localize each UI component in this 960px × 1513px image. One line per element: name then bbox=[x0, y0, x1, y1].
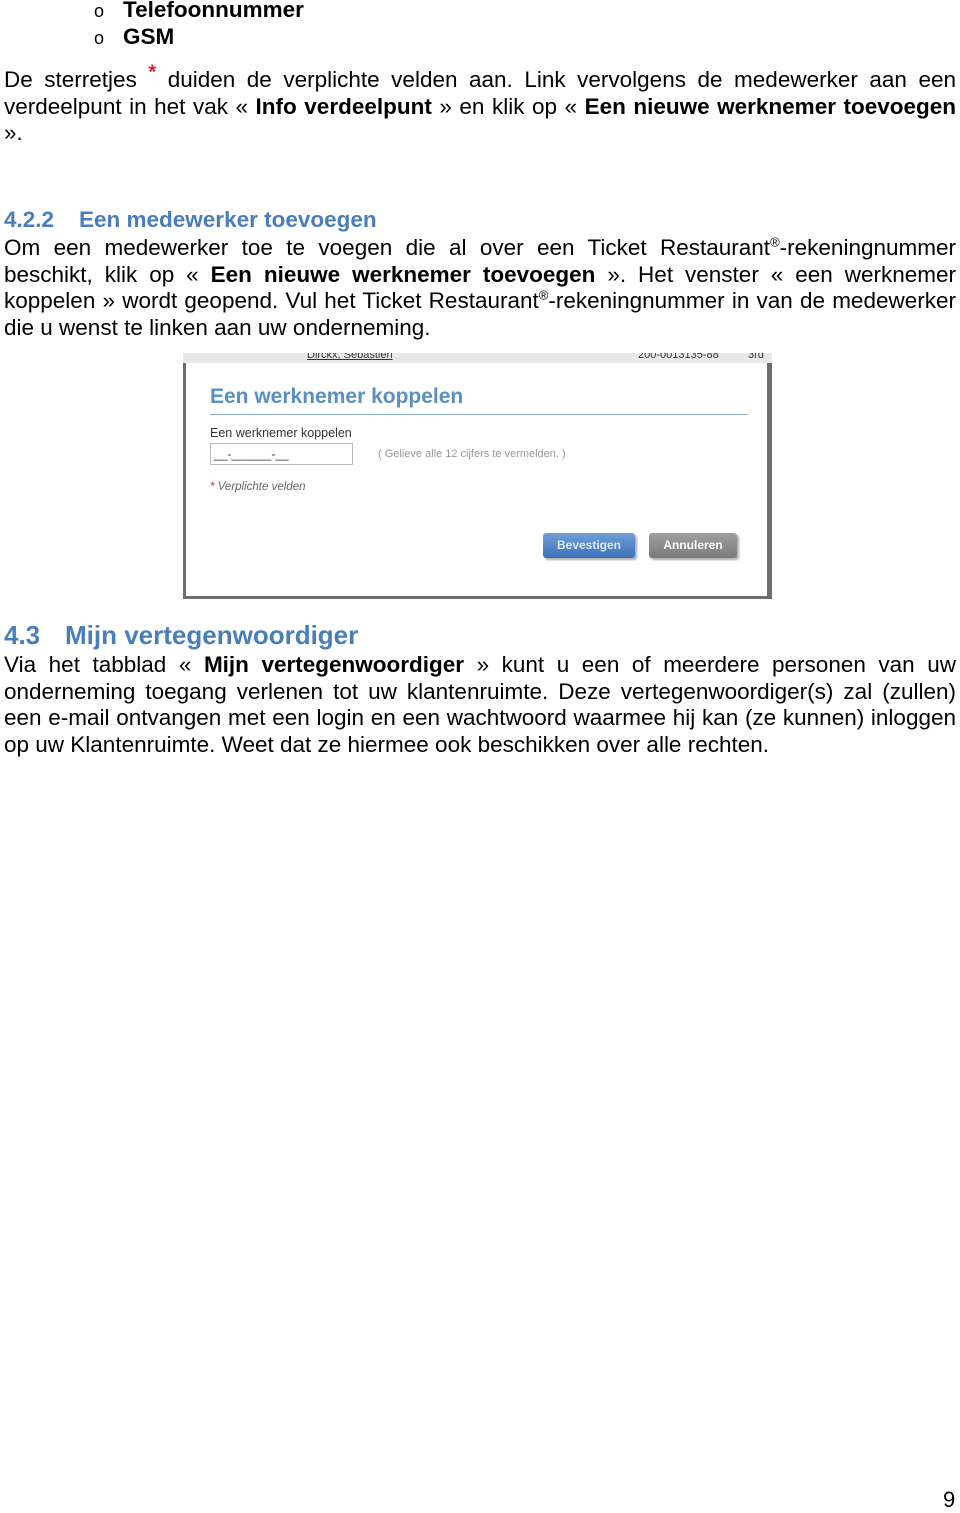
list-item-text: GSM bbox=[123, 24, 175, 49]
heading-number: 4.3 bbox=[4, 620, 41, 650]
list-item: o GSM bbox=[94, 23, 174, 52]
paragraph-add-employee: Om een medewerker toe te voegen die al o… bbox=[4, 235, 956, 342]
account-number-input[interactable]: __-______-__ bbox=[210, 443, 353, 465]
text: Om een medewerker toe te voegen die al o… bbox=[4, 235, 771, 260]
background-table-row: Dirckx, Sebastien 200-0013135-88 3rd bbox=[183, 353, 772, 363]
bullet-icon: o bbox=[94, 1, 105, 21]
list-item-text: Telefoonnummer bbox=[123, 0, 304, 22]
dialog: Een werknemer koppelen Een werknemer kop… bbox=[186, 363, 767, 596]
text-bold: Een nieuwe werknemer toevoegen bbox=[584, 93, 957, 119]
field-label: Een werknemer koppelen bbox=[210, 426, 352, 440]
asterisk-icon: * bbox=[210, 481, 215, 493]
bg-number: 200-0013135-88 bbox=[638, 353, 719, 361]
text-bold: Mijn vertegenwoordiger bbox=[203, 652, 465, 677]
section-heading-4-3: 4.3 Mijn vertegenwoordiger bbox=[4, 620, 358, 651]
text: ». bbox=[4, 120, 23, 146]
screenshot-dialog: Dirckx, Sebastien 200-0013135-88 3rd Een… bbox=[183, 353, 772, 599]
registered-mark: ® bbox=[538, 287, 549, 303]
list-item: o Telefoonnummer bbox=[94, 0, 304, 25]
cancel-button[interactable]: Annuleren bbox=[649, 533, 737, 558]
heading-title: Mijn vertegenwoordiger bbox=[65, 620, 359, 650]
divider bbox=[210, 414, 748, 415]
text: Via het tabblad « bbox=[4, 652, 204, 677]
asterisk-icon: * bbox=[148, 61, 157, 84]
bg-name: Dirckx, Sebastien bbox=[307, 353, 393, 361]
paragraph-required-fields: De sterretjes * duiden de verplichte vel… bbox=[4, 63, 957, 147]
heading-title: Een medewerker toevoegen bbox=[79, 207, 377, 232]
paragraph-representative: Via het tabblad « Mijn vertegenwoordiger… bbox=[4, 652, 956, 759]
field-hint: ( Gelieve alle 12 cijfers te vermelden. … bbox=[378, 448, 566, 460]
bullet-icon: o bbox=[94, 28, 105, 48]
required-note: * Verplichte velden bbox=[210, 481, 305, 493]
dialog-title: Een werknemer koppelen bbox=[210, 385, 464, 408]
registered-mark: ® bbox=[770, 234, 780, 250]
required-text: Verplichte velden bbox=[217, 481, 306, 493]
section-heading-4-2-2: 4.2.2 Een medewerker toevoegen bbox=[4, 207, 377, 233]
bg-col: 3rd bbox=[748, 353, 764, 361]
text-bold: Een nieuwe werknemer toevoegen bbox=[210, 261, 596, 287]
text-bold: Info verdeelpunt bbox=[255, 93, 432, 119]
text: De sterretjes bbox=[4, 67, 149, 92]
page-number: 9 bbox=[943, 1487, 956, 1512]
heading-number: 4.2.2 bbox=[4, 207, 55, 232]
text: » en klik op « bbox=[431, 93, 585, 119]
confirm-button[interactable]: Bevestigen bbox=[543, 533, 635, 558]
